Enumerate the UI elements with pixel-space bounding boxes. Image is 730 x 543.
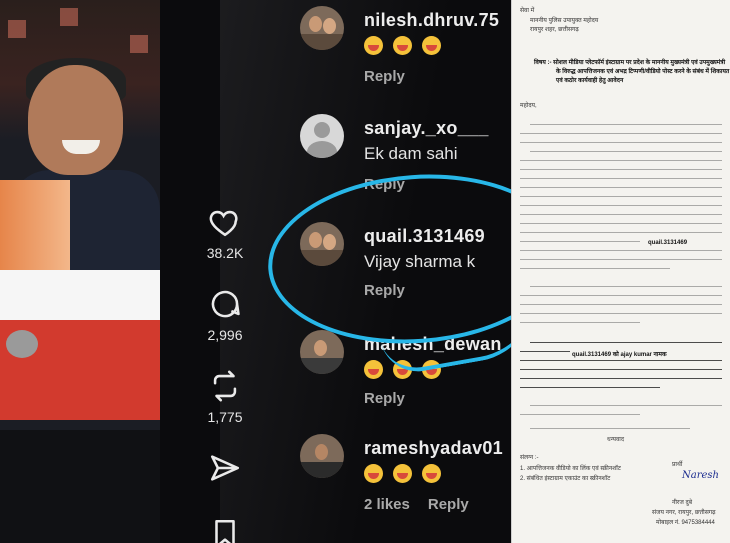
repost-icon[interactable] [208,369,242,403]
body-line [520,414,640,415]
complaint-letter: सेवा में माननीय पुलिस उपायुक्त महोदय राय… [511,0,730,543]
letter-recipient-address: रायपुर शहर, छत्तीसगढ़ [530,27,579,33]
comment-action[interactable]: 2,996 [190,287,260,343]
user-avatar[interactable] [300,330,344,374]
body-line [520,142,722,143]
body-line [520,259,722,260]
reply-button[interactable]: Reply [364,390,405,407]
user-avatar[interactable] [300,6,344,50]
banner-pattern [60,8,78,26]
comment-text: Ek dam sahi [364,144,458,163]
body-line-bold [520,360,722,361]
body-line-bold [530,342,722,343]
laughing-emoji-icon [422,36,441,55]
laughing-emoji-icon [393,36,412,55]
letter-to: सेवा में [520,8,535,14]
reply-button[interactable]: Reply [364,68,405,85]
body-line [520,214,722,215]
heart-icon[interactable] [208,205,242,239]
likes-count: 38.2K [206,245,244,261]
body-line [520,196,722,197]
highlighted-handle: quail.3131469 [648,240,688,246]
enclosure-item: 2. संबंधित इंस्टाग्राम एकाउंट का स्क्रीन… [520,476,611,482]
body-line [520,295,722,296]
body-line [520,304,722,305]
speaker-photo [0,0,160,543]
repost-action[interactable]: 1,775 [190,369,260,425]
applicant-address: संजय नगर, रायपुर, छत्तीसगढ़ [652,510,716,516]
body-line [530,405,722,406]
laughing-emoji-icon [422,464,441,483]
applicant-mobile: मोबाइल नं. 9475384444 [656,520,715,526]
letter-salutation: महोदय, [520,103,537,109]
body-line [520,205,722,206]
body-line-bold [520,378,722,379]
body-line [530,286,722,287]
laughing-emoji-icon [364,464,383,483]
body-line [520,322,640,323]
comment-bubble-icon[interactable] [208,287,242,321]
body-line [530,428,690,429]
body-line [530,151,722,152]
save-action[interactable] [190,517,260,543]
body-line [520,169,722,170]
body-line [530,124,722,125]
user-avatar[interactable] [300,434,344,478]
applicant-label: प्रार्थी [672,462,683,468]
body-line [520,241,640,242]
body-line [520,268,670,269]
body-line [520,133,722,134]
letter-subject-2: के विरुद्ध आपत्तिजनक एवं अभद्र टिप्पणी/व… [556,69,730,75]
letter-subject-3: एवं कठोर कार्यवाही हेतु आवेदन [556,78,624,84]
body-line [520,178,722,179]
body-line [520,187,722,188]
letter-subject: विषय :- सोशल मीडिया प्लेटफॉर्म इंस्टाग्र… [534,60,726,66]
comment-emojis [364,36,451,55]
enclosure-heading: संलग्न :- [520,455,539,461]
body-line [520,232,722,233]
reply-button[interactable]: Reply [428,496,469,513]
body-line [520,250,722,251]
body-line-bold [520,369,722,370]
highlighted-handle-2: quail.3131469 को ajay kumar नामक [572,352,667,358]
share-action[interactable] [190,451,260,491]
enclosure-item: 1. आपत्तिजनक वीडियो का लिंक एवं स्क्रीनश… [520,466,621,472]
body-line [520,160,722,161]
send-icon[interactable] [208,451,242,485]
banner-pattern [130,35,148,53]
letter-closing: धन्यवाद [607,437,625,443]
body-line [520,223,722,224]
body-line-bold [520,387,660,388]
microphone [6,330,38,358]
comment-emojis [364,464,451,483]
body-line [520,313,722,314]
comment-username[interactable]: nilesh.dhruv.75 [364,10,499,31]
applicant-name: नीरज दुबे [672,500,693,506]
letter-recipient: माननीय पुलिस उपायुक्त महोदय [530,18,599,24]
comment-meta: 2 likes Reply [364,496,469,513]
laughing-emoji-icon [364,360,383,379]
banner-pattern [8,20,26,38]
comments-count: 2,996 [207,327,243,343]
comment-username[interactable]: sanjay._xo___ [364,118,489,139]
instagram-comments-screen: 38.2K 2,996 1,775 nilesh.dhruv.75 Reply … [160,0,511,543]
comment-username[interactable]: rameshyadav01 [364,438,503,459]
speaker-face [28,65,123,175]
body-line-bold [520,351,570,352]
applicant-signature: Naresh [682,470,719,481]
laughing-emoji-icon [393,464,412,483]
reposts-count: 1,775 [207,409,243,425]
bookmark-icon[interactable] [208,517,242,543]
laughing-emoji-icon [364,36,383,55]
like-action[interactable]: 38.2K [190,205,260,261]
comment-likes[interactable]: 2 likes [364,496,410,513]
stage-floor [0,430,160,543]
default-avatar-icon[interactable] [300,114,344,158]
